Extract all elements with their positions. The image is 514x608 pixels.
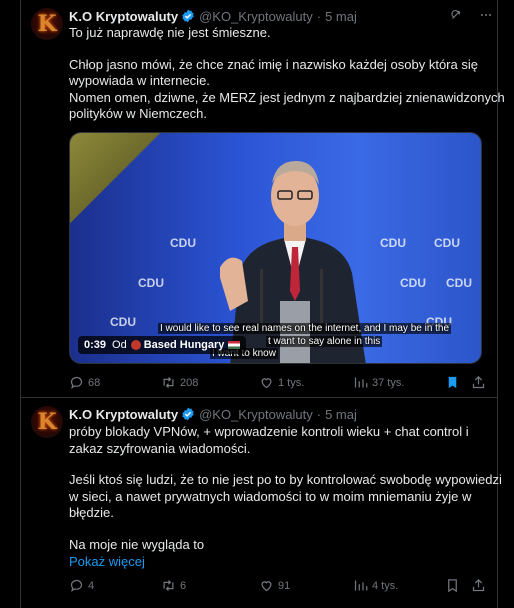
bookmark-button[interactable] — [445, 375, 464, 390]
views-count: 4 tys. — [372, 579, 399, 592]
like-icon — [261, 581, 272, 592]
tweet-text-line: Na moje nie wygląda to — [69, 536, 205, 552]
repost-icon — [163, 377, 174, 388]
video-duration: 0:39 — [84, 339, 107, 351]
author-name[interactable]: K.O Kryptowaluty — [69, 9, 178, 24]
tweet-text: próby blokady VPNów, + wprowadzenie kont… — [69, 424, 502, 553]
more-icon[interactable] — [479, 8, 493, 22]
tweet-actions: 4 6 91 4 tys. — [69, 578, 489, 596]
hungary-flag-icon — [228, 341, 241, 349]
reply-count: 4 — [88, 579, 95, 592]
show-more-link[interactable]: Pokaż więcej — [69, 554, 145, 569]
tweet-text-line: polityków w Niemczech. — [69, 106, 207, 121]
video-subtitle: I would like to see real names on the in… — [158, 323, 452, 334]
bookmark-icon — [448, 376, 457, 389]
like-button[interactable]: 1 tys. — [259, 375, 304, 390]
tweet-text-line: Jeśli ktoś się ludzi, że to nie jest po … — [69, 472, 502, 487]
video-info-badge[interactable]: 0:39 Od Based Hungary — [78, 336, 247, 354]
author-handle[interactable]: @KO_Kryptowaluty — [199, 407, 313, 422]
repost-button[interactable]: 6 — [161, 578, 186, 593]
tweet-text-line: Chłop jasno mówi, że chce znać imię i na… — [69, 56, 478, 72]
video-source[interactable]: Based Hungary — [144, 339, 225, 351]
share-button[interactable] — [471, 578, 490, 593]
views-button[interactable]: 4 tys. — [353, 578, 398, 593]
repost-icon — [163, 580, 174, 591]
tweet-header: K.O Kryptowaluty @KO_Kryptowaluty · 5 ma… — [69, 405, 357, 423]
reply-button[interactable]: 4 — [69, 578, 94, 593]
cdu-logo: CDU — [170, 236, 196, 250]
reply-count: 68 — [88, 376, 101, 389]
tweet-text-line: w sieci, a nawet prywatnych wiadomości t… — [69, 488, 472, 504]
repost-button[interactable]: 208 — [161, 375, 198, 390]
repost-count: 208 — [180, 376, 199, 389]
views-button[interactable]: 37 tys. — [353, 375, 404, 390]
tweet-text-line: To już naprawdę nie jest śmieszne. — [69, 25, 271, 40]
bookmark-button[interactable] — [445, 578, 464, 593]
reply-icon — [70, 376, 83, 389]
cdu-logo: CDU — [400, 276, 426, 290]
tweet-text-line: próby blokady VPNów, + wprowadzenie kont… — [69, 424, 469, 439]
tweet-text-line: zakaz szyfrowania wiadomości. — [69, 440, 251, 456]
like-count: 1 tys. — [278, 376, 305, 389]
cdu-logo: CDU — [434, 236, 460, 250]
author-name[interactable]: K.O Kryptowaluty — [69, 407, 178, 422]
views-count: 37 tys. — [372, 376, 405, 389]
cdu-logo: CDU — [446, 276, 472, 290]
tweet-text-line: wypowiada w internecie. — [69, 73, 210, 88]
cdu-logo: CDU — [380, 236, 406, 250]
avatar[interactable]: K — [31, 8, 63, 40]
reply-icon — [70, 579, 83, 592]
verified-icon — [182, 407, 194, 421]
separator-dot: · — [316, 8, 322, 24]
source-avatar-icon — [130, 340, 141, 350]
tweet-text-line: błędzie. — [69, 505, 114, 520]
tweet-header: K.O Kryptowaluty @KO_Kryptowaluty · 5 ma… — [69, 7, 357, 25]
cdu-logo: CDU — [138, 276, 164, 290]
share-icon — [472, 375, 485, 389]
share-button[interactable] — [471, 375, 490, 390]
video-from-label: Od — [112, 339, 127, 351]
verified-icon — [182, 9, 194, 23]
like-count: 91 — [278, 579, 291, 592]
timeline: K K.O Kryptowaluty @KO_Kryptowaluty · 5 … — [20, 0, 505, 608]
tweet-date[interactable]: 5 maj — [325, 9, 357, 24]
grok-icon[interactable] — [449, 8, 463, 22]
like-icon — [261, 378, 272, 389]
share-icon — [472, 578, 485, 592]
tweet-text-line: Nomen omen, dziwne, że MERZ jest jednym … — [69, 89, 505, 105]
views-icon — [354, 580, 368, 591]
bookmark-icon — [448, 579, 457, 593]
author-handle[interactable]: @KO_Kryptowaluty — [199, 9, 313, 24]
tweet-date[interactable]: 5 maj — [325, 407, 357, 422]
tweet-text: To już naprawdę nie jest śmieszne. Chłop… — [69, 25, 505, 123]
views-icon — [354, 377, 368, 388]
tweet-actions: 68 208 1 tys. 37 tys. — [69, 375, 489, 393]
reply-button[interactable]: 68 — [69, 375, 100, 390]
cdu-logo: CDU — [110, 315, 136, 329]
repost-count: 6 — [180, 579, 187, 592]
like-button[interactable]: 91 — [259, 578, 290, 593]
video-subtitle: t want to say alone in this — [266, 336, 383, 347]
video-player[interactable]: CDU CDU CDU CDU CDU CDU CDU CDU I would … — [69, 132, 482, 364]
tweet[interactable]: K K.O Kryptowaluty @KO_Kryptowaluty · 5 … — [21, 0, 505, 398]
separator-dot: · — [316, 406, 322, 422]
avatar[interactable]: K — [31, 406, 63, 438]
tweet[interactable]: K K.O Kryptowaluty @KO_Kryptowaluty · 5 … — [21, 398, 502, 608]
